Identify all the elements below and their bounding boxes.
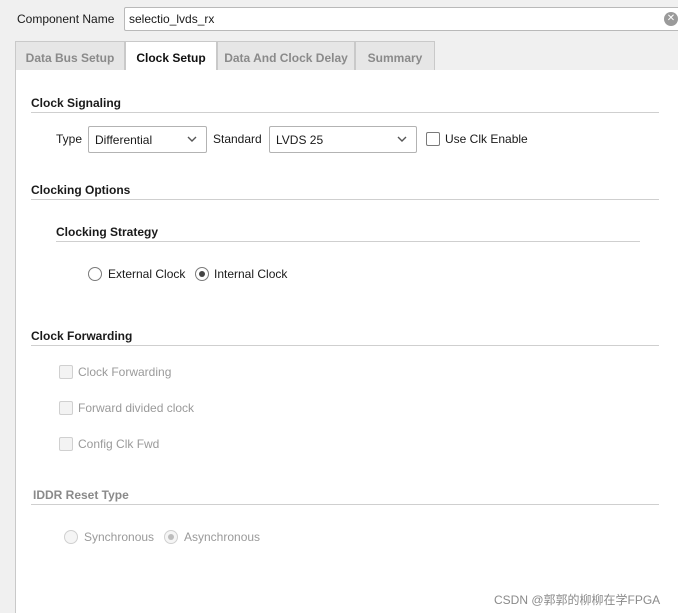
clock-forwarding-checkbox[interactable] (59, 365, 73, 379)
asynchronous-label: Asynchronous (184, 530, 261, 544)
tab-clock-setup[interactable]: Clock Setup (125, 41, 217, 72)
divider (56, 241, 640, 242)
divider (31, 112, 659, 113)
clocking-strategy-title: Clocking Strategy (56, 225, 159, 239)
standard-select-value: LVDS 25 (276, 133, 324, 147)
internal-clock-radio[interactable] (195, 267, 209, 281)
config-clk-fwd-checkbox[interactable] (59, 437, 73, 451)
clock-forwarding-title: Clock Forwarding (31, 329, 133, 343)
component-name-row: Component Name selectio_lvds_rx ✕ (0, 0, 678, 38)
internal-clock-label: Internal Clock (214, 267, 288, 281)
tab-summary[interactable]: Summary (355, 41, 435, 71)
clock-setup-panel: Clock Signaling Type Differential Standa… (15, 70, 678, 613)
asynchronous-radio[interactable] (164, 530, 178, 544)
external-clock-radio[interactable] (88, 267, 102, 281)
standard-select[interactable]: LVDS 25 (269, 126, 417, 153)
tab-data-bus-setup[interactable]: Data Bus Setup (15, 41, 125, 71)
watermark-text: CSDN @郭郭的柳柳在学FPGA (494, 593, 661, 607)
config-clk-fwd-label: Config Clk Fwd (78, 437, 160, 451)
type-select-value: Differential (95, 133, 153, 147)
tab-data-and-clock-delay[interactable]: Data And Clock Delay (217, 41, 355, 71)
component-name-input[interactable]: selectio_lvds_rx (124, 7, 678, 31)
standard-label: Standard (213, 132, 262, 146)
use-clk-enable-checkbox[interactable] (426, 132, 440, 146)
type-label: Type (56, 132, 83, 146)
clear-circle-icon[interactable]: ✕ (664, 12, 678, 26)
iddr-reset-type-title: IDDR Reset Type (33, 488, 129, 502)
clocking-options-title: Clocking Options (31, 183, 131, 197)
chevron-down-icon (397, 136, 407, 142)
clock-signaling-title: Clock Signaling (31, 96, 122, 110)
forward-divided-clock-checkbox[interactable] (59, 401, 73, 415)
type-select[interactable]: Differential (88, 126, 207, 153)
synchronous-label: Synchronous (84, 530, 155, 544)
forward-divided-clock-label: Forward divided clock (78, 401, 195, 415)
use-clk-enable-label: Use Clk Enable (445, 132, 528, 146)
divider (31, 504, 659, 505)
divider (31, 345, 659, 346)
external-clock-label: External Clock (108, 267, 186, 281)
divider (31, 199, 659, 200)
clock-forwarding-label: Clock Forwarding (78, 365, 172, 379)
chevron-down-icon (187, 136, 197, 142)
tab-bar: Data Bus Setup Clock Setup Data And Cloc… (0, 38, 678, 72)
component-name-label: Component Name (17, 12, 115, 26)
synchronous-radio[interactable] (64, 530, 78, 544)
